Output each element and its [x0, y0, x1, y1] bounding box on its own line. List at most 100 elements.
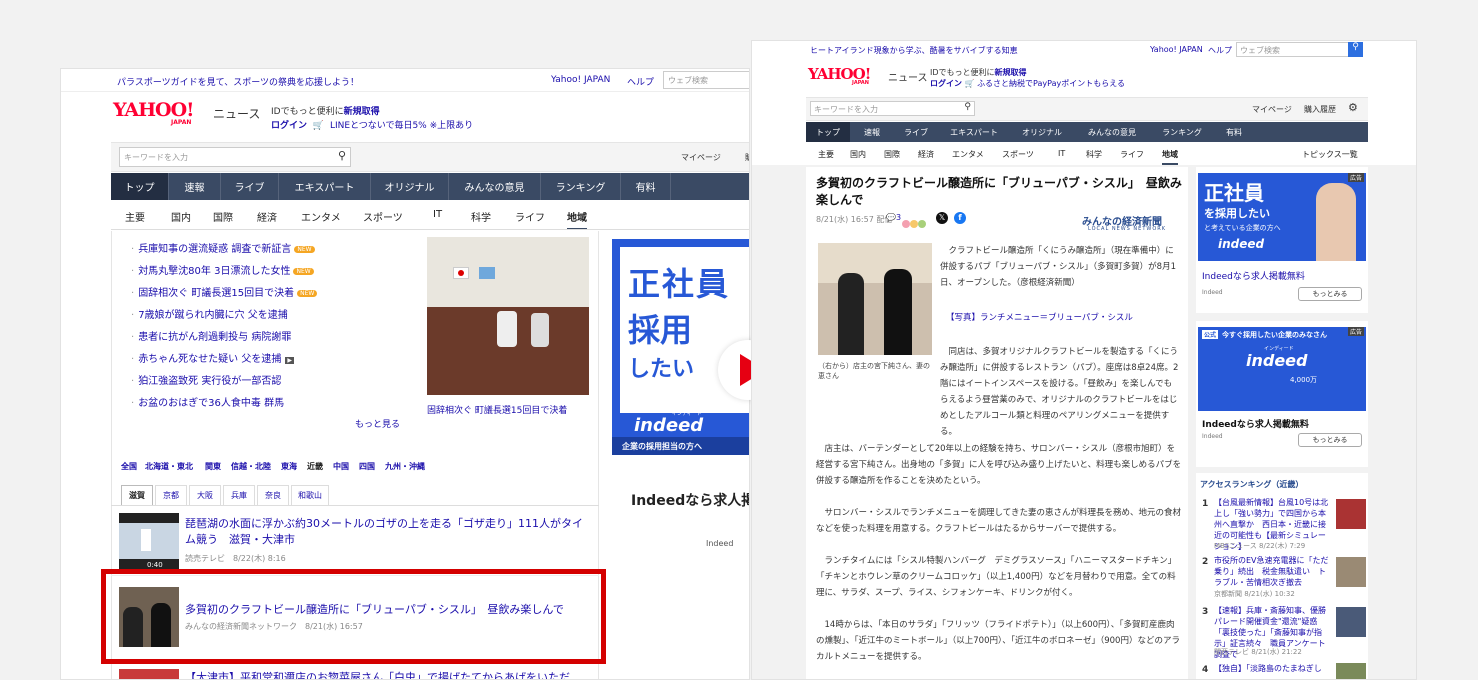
pref-tab[interactable]: 和歌山 — [291, 485, 329, 505]
nav-tab-paid[interactable]: 有料 — [621, 173, 671, 200]
nav-tab-expert[interactable]: エキスパート — [279, 173, 371, 200]
topic-photo[interactable] — [427, 237, 589, 395]
rank-thumb[interactable] — [1336, 607, 1366, 637]
region-link[interactable]: 東海 — [281, 461, 297, 472]
topic-item[interactable]: 赤ちゃん死なせた疑い 父を逮捕▶ — [131, 350, 294, 365]
promo-link[interactable]: パラスポーツガイドを見て、スポーツの祭典を応援しよう！ — [117, 75, 359, 88]
search-icon[interactable]: ⚲ — [1348, 42, 1363, 57]
pref-tab[interactable]: 京都 — [155, 485, 187, 505]
rank-link[interactable]: 市役所のEV急速充電器に「ただ乗り」続出 税金無駄遣い トラブル・苦情相次ぎ撤去 — [1214, 555, 1332, 588]
subnav-economy[interactable]: 経済 — [918, 149, 934, 160]
search-icon[interactable]: ⚲ — [338, 149, 346, 162]
photo-link[interactable]: 【写真】ランチメニュー＝ブリューパブ・シスル — [946, 311, 1133, 323]
keyword-input[interactable]: キーワードを入力 ⚲ — [119, 147, 351, 167]
yahoo-japan-link[interactable]: Yahoo! JAPAN — [1150, 45, 1203, 54]
nav-tab-ranking[interactable]: ランキング — [1150, 122, 1214, 142]
nav-tab-opinions[interactable]: みんなの意見 — [449, 173, 541, 200]
topic-item[interactable]: 狛江強盗致死 実行役が一部否認 — [131, 372, 281, 387]
subnav-sports[interactable]: スポーツ — [1002, 149, 1034, 160]
article-photo[interactable] — [818, 243, 932, 355]
pref-tab[interactable]: 大阪 — [189, 485, 221, 505]
nav-tab-flash[interactable]: 速報 — [169, 173, 221, 200]
subnav-domestic[interactable]: 国内 — [171, 209, 191, 224]
region-link[interactable]: 信越・北陸 — [231, 461, 271, 472]
web-search-input[interactable]: ウェブ検索 — [663, 71, 749, 89]
more-button[interactable]: もっとみる — [1298, 287, 1362, 301]
topic-item[interactable]: 患者に抗がん剤過剰投与 病院謝罪 — [131, 328, 291, 343]
topics-list-link[interactable]: トピックス一覧 — [1302, 149, 1358, 160]
nav-tab-live[interactable]: ライブ — [894, 122, 938, 142]
article-thumb-video[interactable]: 0:40 — [119, 513, 179, 571]
subnav-life[interactable]: ライフ — [515, 209, 545, 224]
pref-tab-active[interactable]: 滋賀 — [121, 485, 153, 505]
nav-tab-flash[interactable]: 速報 — [850, 122, 894, 142]
rank-thumb[interactable] — [1336, 557, 1366, 587]
subnav-local[interactable]: 地域 — [1162, 149, 1178, 165]
x-share-icon[interactable]: 𝕏 — [936, 212, 948, 224]
signup-link[interactable]: 新規取得 — [995, 68, 1027, 77]
help-link[interactable]: ヘルプ — [627, 75, 654, 88]
promo-link[interactable]: ヒートアイランド現象から学ぶ、酷暑をサバイブする知恵 — [810, 45, 1018, 56]
nav-tab-live[interactable]: ライブ — [221, 173, 279, 200]
subnav-entertainment[interactable]: エンタメ — [952, 149, 984, 160]
mypage-link[interactable]: マイページ — [681, 152, 721, 163]
subnav-major[interactable]: 主要 — [818, 149, 834, 160]
login-link[interactable]: ログイン — [271, 121, 307, 131]
yahoo-news-logo[interactable]: YAHOO! JAPAN — [808, 65, 871, 86]
topic-item[interactable]: 7歳娘が蹴られ内臓に穴 父を逮捕 — [131, 306, 288, 321]
comment-count[interactable]: 💬3 — [886, 213, 901, 222]
subnav-sports[interactable]: スポーツ — [363, 209, 403, 224]
nav-tab-paid[interactable]: 有料 — [1214, 122, 1254, 142]
region-link[interactable]: 中国 — [333, 461, 349, 472]
nav-tab-top[interactable]: トップ — [111, 173, 169, 200]
subnav-domestic[interactable]: 国内 — [850, 149, 866, 160]
purchase-link[interactable]: 購 — [745, 152, 749, 163]
web-search-input[interactable]: ウェブ検索 — [1236, 42, 1362, 57]
sidebar-ad[interactable]: 公式 今すぐ採用したい企業のみなさん indeed インディード 4,000万 … — [1196, 321, 1368, 467]
topic-item[interactable]: 対馬丸撃沈80年 3日漂流した女性NEW — [131, 262, 314, 277]
article-title[interactable]: 【大津市】平和堂和邇店のお惣菜屋さん「白虫」で揚げたてからあげをいただ — [185, 669, 605, 679]
subnav-science[interactable]: 科学 — [1086, 149, 1102, 160]
gear-icon[interactable]: ⚙ — [1348, 101, 1358, 114]
topic-item[interactable]: 固辞相次ぐ 町議長選15回目で決着NEW — [131, 284, 318, 299]
subnav-science[interactable]: 科学 — [471, 209, 491, 224]
nav-tab-opinions[interactable]: みんなの意見 — [1074, 122, 1150, 142]
more-link[interactable]: もっと見る — [355, 417, 400, 430]
search-icon[interactable]: ⚲ — [964, 102, 971, 112]
ad-title[interactable]: Indeedなら求人掲 — [631, 490, 749, 510]
yahoo-japan-link[interactable]: Yahoo! JAPAN — [551, 75, 610, 85]
nav-tab-ranking[interactable]: ランキング — [541, 173, 621, 200]
help-link[interactable]: ヘルプ — [1208, 45, 1232, 56]
subnav-major[interactable]: 主要 — [125, 209, 145, 224]
region-link[interactable]: 関東 — [205, 461, 221, 472]
rank-link[interactable]: 【独自】「淡路島のたまねぎし — [1214, 663, 1332, 674]
subnav-economy[interactable]: 経済 — [257, 209, 277, 224]
more-button[interactable]: もっとみる — [1298, 433, 1362, 447]
sidebar-ad[interactable]: 正社員 を採用したい と考えている企業の方へ indeed 広告 Indeedな… — [1196, 167, 1368, 313]
region-link[interactable]: 九州・沖縄 — [385, 461, 425, 472]
keyword-input[interactable]: キーワードを入力 ⚲ — [810, 101, 975, 116]
subnav-international[interactable]: 国際 — [884, 149, 900, 160]
subnav-international[interactable]: 国際 — [213, 209, 233, 224]
subnav-life[interactable]: ライフ — [1120, 149, 1144, 160]
nav-tab-top[interactable]: トップ — [806, 122, 850, 142]
rank-thumb[interactable] — [1336, 499, 1366, 529]
login-link[interactable]: ログイン — [930, 79, 962, 88]
furusato-link[interactable]: ふるさと納税でPayPayポイントもらえる — [977, 79, 1125, 88]
topic-item[interactable]: お盆のおはぎで36人食中毒 群馬 — [131, 394, 284, 409]
article-thumb[interactable] — [119, 669, 179, 679]
subnav-it[interactable]: IT — [433, 209, 442, 220]
reaction-icons[interactable] — [902, 213, 930, 228]
rank-thumb[interactable] — [1336, 663, 1366, 679]
signup-link[interactable]: 新規取得 — [344, 107, 380, 117]
article-title[interactable]: 琵琶湖の水面に浮かぶ約30メートルのゴザの上を走る「ゴザ走り」111人がタイム競… — [185, 516, 585, 548]
facebook-share-icon[interactable]: f — [954, 212, 966, 224]
purchase-history-link[interactable]: 購入履歴 — [1304, 104, 1336, 115]
nav-tab-original[interactable]: オリジナル — [1010, 122, 1074, 142]
nav-tab-original[interactable]: オリジナル — [371, 173, 449, 200]
photo-caption-link[interactable]: 固辞相次ぐ 町議長選15回目で決着 — [427, 403, 567, 416]
subnav-it[interactable]: IT — [1058, 149, 1065, 158]
subnav-local[interactable]: 地域 — [567, 209, 587, 230]
line-promo-link[interactable]: LINEとつないで毎日5% ※上限あり — [330, 121, 473, 131]
nav-tab-expert[interactable]: エキスパート — [938, 122, 1010, 142]
